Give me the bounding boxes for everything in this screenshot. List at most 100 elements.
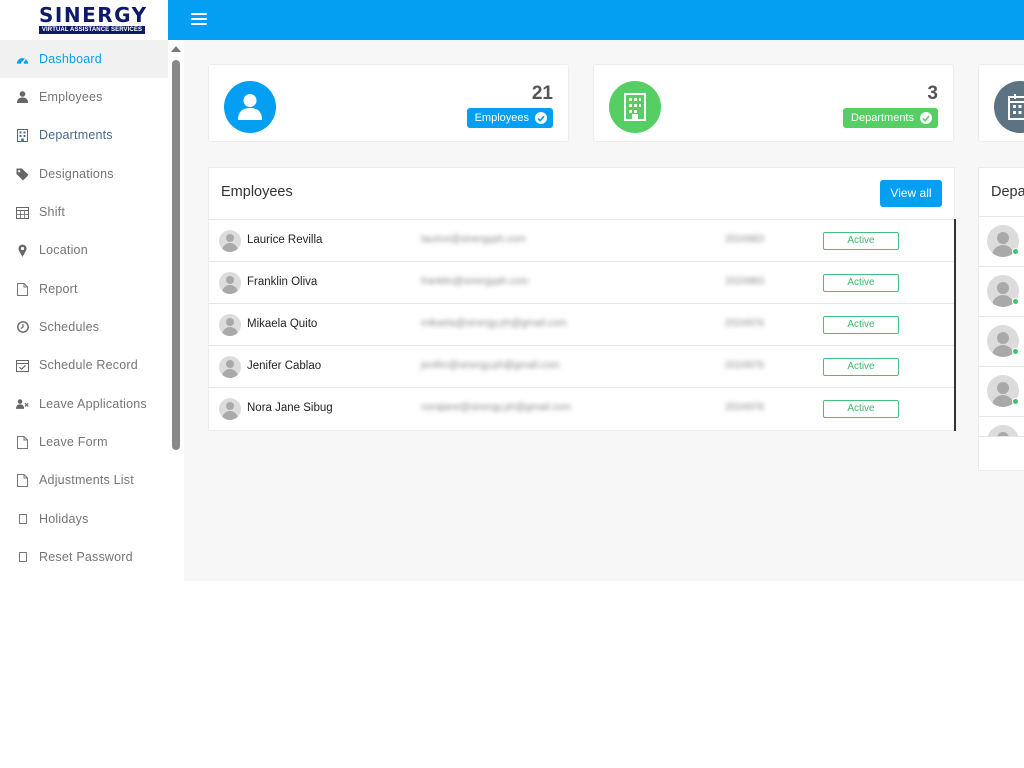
employee-name: Jenifer Cablao xyxy=(247,360,322,372)
online-status-icon xyxy=(1012,398,1019,405)
sidebar-item-label: Schedules xyxy=(39,320,100,334)
employee-email: franklin@sinergyph.com xyxy=(421,276,529,287)
employee-phone: 2024976 xyxy=(725,360,764,371)
status-badge: Active xyxy=(823,232,899,250)
sidebar-item-reset-password[interactable]: Reset Password xyxy=(0,538,168,576)
sidebar-item-leave-applications[interactable]: Leave Applications xyxy=(0,385,168,423)
sidebar-item-designations[interactable]: Designations xyxy=(0,155,168,193)
top-navbar: SINERGY VIRTUAL ASSISTANCE SERVICES xyxy=(0,0,1024,40)
online-status-icon xyxy=(1012,348,1019,355)
list-item[interactable] xyxy=(979,216,1024,266)
sidebar-item-label: Employees xyxy=(39,90,103,104)
avatar xyxy=(219,398,241,420)
check-circle-icon xyxy=(920,112,932,124)
sidebar-item-departments[interactable]: Departments xyxy=(0,116,168,154)
employee-phone: 2024976 xyxy=(725,318,764,329)
sidebar-item-schedule-record[interactable]: Schedule Record xyxy=(0,346,168,384)
employee-name: Franklin Oliva xyxy=(247,276,318,288)
map-pin-icon xyxy=(16,244,29,257)
calendar-icon xyxy=(994,81,1024,133)
employees-panel: Employees View all Laurice Revilla lauri… xyxy=(208,167,956,431)
list-item[interactable] xyxy=(979,366,1024,416)
online-status-icon xyxy=(1012,248,1019,255)
list-item[interactable] xyxy=(979,266,1024,316)
user-icon xyxy=(16,91,29,104)
calendar-check-icon xyxy=(16,359,29,372)
table-row[interactable]: Jenifer Cablao jenifer@sinergy.ph@gmail.… xyxy=(209,345,955,387)
logo-subtitle: VIRTUAL ASSISTANCE SERVICES xyxy=(39,26,145,34)
sidebar-item-label: Leave Form xyxy=(39,435,108,449)
view-all-button[interactable]: View all xyxy=(880,180,942,207)
list-item[interactable] xyxy=(979,416,1024,436)
building-icon xyxy=(16,128,29,142)
employees-badge-label: Employees xyxy=(474,112,529,124)
clock-icon xyxy=(16,321,29,334)
sidebar-item-schedules[interactable]: Schedules xyxy=(0,308,168,346)
employee-email: mikaela@sinergy.ph@gmail.com xyxy=(421,318,567,329)
sidebar-item-shift[interactable]: Shift xyxy=(0,193,168,231)
logo[interactable]: SINERGY VIRTUAL ASSISTANCE SERVICES xyxy=(0,0,168,40)
status-badge: Active xyxy=(823,400,899,418)
sidebar-item-label: Shift xyxy=(39,205,66,219)
employee-phone: 2024983 xyxy=(725,276,764,287)
table-row[interactable]: Laurice Revilla laurice@sinergyph.com 20… xyxy=(209,219,955,261)
table-row[interactable]: Mikaela Quito mikaela@sinergy.ph@gmail.c… xyxy=(209,303,955,345)
status-badge: Active xyxy=(823,316,899,334)
list-item[interactable] xyxy=(979,316,1024,366)
employees-badge[interactable]: Employees xyxy=(466,108,553,128)
employees-stat-card: 21 Employees xyxy=(208,64,569,142)
table-scrollbar[interactable] xyxy=(954,219,956,431)
employee-phone: 2024983 xyxy=(725,234,764,245)
sidebar-item-leave-form[interactable]: Leave Form xyxy=(0,423,168,461)
list-divider xyxy=(979,436,1024,437)
file-icon xyxy=(16,473,29,487)
app-frame: SINERGY VIRTUAL ASSISTANCE SERVICES Dash… xyxy=(0,0,1024,581)
sidebar-item-label: Schedule Record xyxy=(39,358,138,372)
hamburger-icon[interactable] xyxy=(191,13,207,26)
status-badge: Active xyxy=(823,358,899,376)
sidebar-item-employees[interactable]: Employees xyxy=(0,78,168,116)
sidebar-item-label: Adjustments List xyxy=(39,473,134,487)
employee-phone: 2024976 xyxy=(725,402,764,413)
schedules-stat-card xyxy=(978,64,1024,142)
employees-panel-title: Employees xyxy=(221,184,293,200)
employee-name: Laurice Revilla xyxy=(247,234,323,246)
avatar xyxy=(987,425,1019,436)
sidebar: Dashboard Employees Departments Designat… xyxy=(0,40,184,581)
sidebar-item-adjustments-list[interactable]: Adjustments List xyxy=(0,461,168,499)
sidebar-item-label: Location xyxy=(39,243,88,257)
employee-name: Mikaela Quito xyxy=(247,318,318,330)
sidebar-item-label: Dashboard xyxy=(39,52,102,66)
avatar xyxy=(219,230,241,252)
scroll-up-arrow-icon[interactable] xyxy=(171,46,181,52)
sidebar-item-dashboard[interactable]: Dashboard xyxy=(0,40,168,78)
logo-title: SINERGY xyxy=(39,3,148,27)
table-row[interactable]: Nora Jane Sibug norajane@sinergy.ph@gmai… xyxy=(209,387,955,429)
employee-email: jenifer@sinergy.ph@gmail.com xyxy=(421,360,560,371)
avatar xyxy=(219,356,241,378)
departments-badge[interactable]: Departments xyxy=(843,108,938,128)
avatar xyxy=(219,272,241,294)
sidebar-item-location[interactable]: Location xyxy=(0,231,168,269)
calendar-icon xyxy=(16,206,29,219)
sidebar-item-label: Reset Password xyxy=(39,550,133,564)
sidebar-scrollbar[interactable] xyxy=(172,60,180,450)
user-x-icon xyxy=(16,398,29,411)
sidebar-item-label: Report xyxy=(39,282,78,296)
table-row[interactable]: Franklin Oliva franklin@sinergyph.com 20… xyxy=(209,261,955,303)
user-icon xyxy=(224,81,276,133)
tag-icon xyxy=(16,168,29,181)
avatar xyxy=(219,314,241,336)
file-icon xyxy=(16,282,29,296)
employees-count: 21 xyxy=(531,83,553,104)
square-icon xyxy=(16,551,29,564)
employee-email: norajane@sinergy.ph@gmail.com xyxy=(421,402,572,413)
sidebar-item-label: Departments xyxy=(39,128,113,142)
sidebar-item-report[interactable]: Report xyxy=(0,270,168,308)
check-circle-icon xyxy=(535,112,547,124)
departments-stat-card: 3 Departments xyxy=(593,64,954,142)
departments-count: 3 xyxy=(927,83,938,104)
sidebar-item-holidays[interactable]: Holidays xyxy=(0,500,168,538)
building-icon xyxy=(609,81,661,133)
dashboard-icon xyxy=(16,53,29,66)
